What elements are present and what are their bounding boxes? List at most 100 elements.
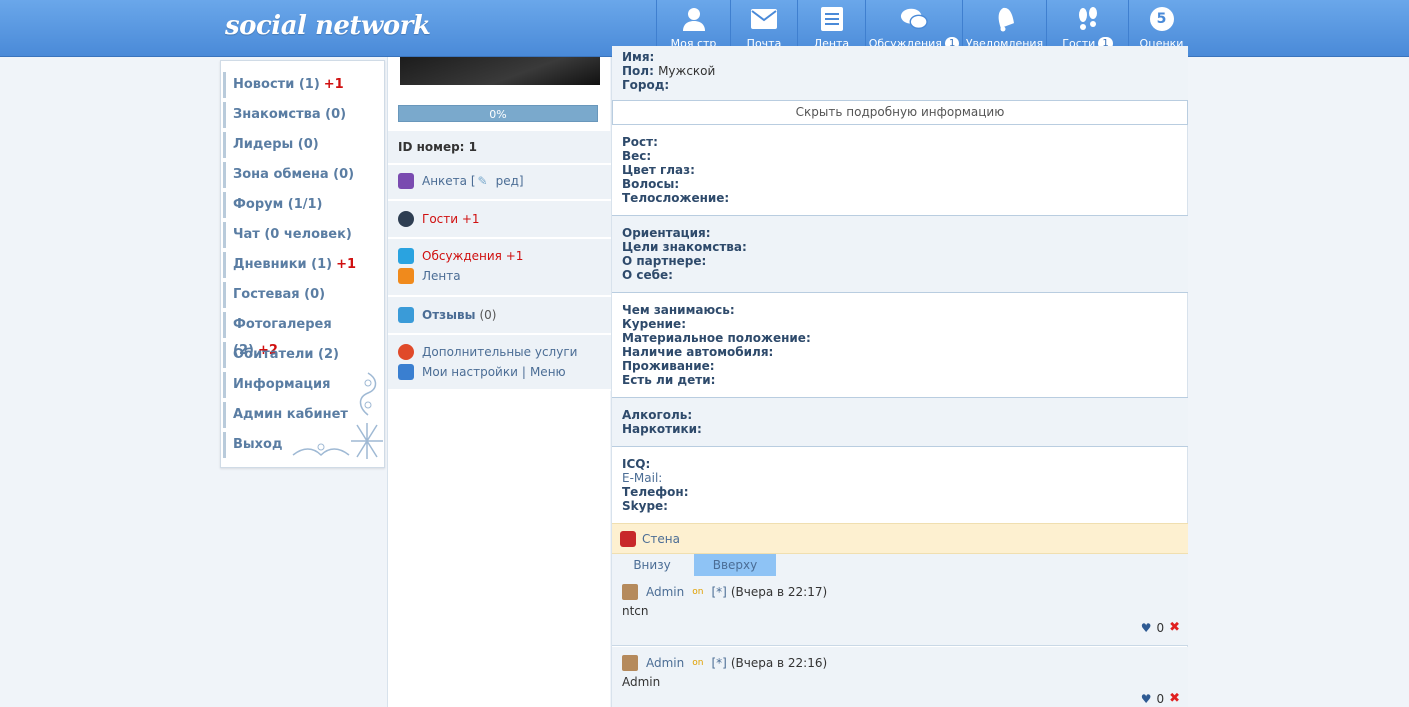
discussions-link[interactable]: Обсуждения +1 xyxy=(422,249,523,263)
info-children: Есть ли дети: xyxy=(622,373,716,387)
menu-item-guestbook[interactable]: Гостевая (0) xyxy=(223,282,381,308)
menu-label: Форум (1/1) xyxy=(233,197,323,212)
avatar[interactable] xyxy=(622,584,638,600)
info-residence: Проживание: xyxy=(622,359,715,373)
menu-item-dating[interactable]: Знакомства (0) xyxy=(223,102,381,128)
anketa-icon xyxy=(398,173,414,189)
info-car: Наличие автомобиля: xyxy=(622,345,774,359)
pencil-icon: ✎ xyxy=(477,174,488,188)
delete-icon[interactable]: ✖ xyxy=(1169,691,1180,706)
footprints-icon xyxy=(1074,5,1102,33)
tab-top[interactable]: Вверху xyxy=(694,554,776,576)
menu-item-chat[interactable]: Чат (0 человек) xyxy=(223,222,381,248)
menu-label: Чат (0 человек) xyxy=(233,227,352,242)
menu-label: Зона обмена (0) xyxy=(233,167,355,182)
wall-post: Admin on [*] (Вчера в 22:17) ntcn ♥ 0 ✖ xyxy=(612,576,1188,646)
guests-link[interactable]: Гости +1 xyxy=(422,212,480,226)
info-icq: ICQ: xyxy=(622,457,651,471)
info-phone: Телефон: xyxy=(622,485,689,499)
reviews-block: Отзывы (0) xyxy=(388,297,611,335)
info-column: Имя: Пол: Мужской Город: Скрыть подробну… xyxy=(611,46,1188,707)
info-skype: Skype: xyxy=(622,499,668,513)
chat-bubbles-icon xyxy=(900,5,928,33)
anketa-edit-link[interactable]: ред] xyxy=(496,174,524,188)
wall-tabs: Внизу Вверху xyxy=(612,554,1188,576)
wall-header: Стена xyxy=(612,523,1188,554)
menu-item-forum[interactable]: Форум (1/1) xyxy=(223,192,381,218)
settings-row: Мои настройки | Меню xyxy=(398,364,566,380)
wrench-icon xyxy=(398,364,414,380)
info-height: Рост: xyxy=(622,135,658,149)
info-about: О себе: xyxy=(622,268,673,282)
info-email: E-Mail: xyxy=(622,471,663,485)
reviews-link[interactable]: Отзывы xyxy=(422,308,475,322)
menu-item-news[interactable]: Новости (1) +1 xyxy=(223,72,381,98)
heart-icon[interactable]: ♥ xyxy=(1141,692,1152,706)
settings-block: Дополнительные услуги Мои настройки | Ме… xyxy=(388,335,611,391)
info-habits: Алкоголь: Наркотики: xyxy=(612,398,1188,447)
online-status: on xyxy=(692,587,704,597)
hide-details-button[interactable]: Скрыть подробную информацию xyxy=(612,100,1188,125)
anketa-row[interactable]: Анкета [✎ ред] xyxy=(398,173,524,189)
menu-label: Новости (1) xyxy=(233,77,320,92)
profile-column: 0% ID номер: 1 Анкета [✎ ред] Гости +1 Об… xyxy=(387,57,611,707)
avatar[interactable] xyxy=(622,655,638,671)
feed-link[interactable]: Лента xyxy=(422,269,461,283)
chat-icon xyxy=(398,248,414,264)
menu-item-residents[interactable]: Обитатели (2) xyxy=(223,342,381,368)
menu-item-leaders[interactable]: Лидеры (0) xyxy=(223,132,381,158)
feed-row[interactable]: Лента xyxy=(398,268,461,284)
info-finance: Материальное положение: xyxy=(622,331,811,345)
post-actions: ♥ 0 ✖ xyxy=(1141,620,1180,635)
info-smoking: Курение: xyxy=(622,317,686,331)
post-author[interactable]: Admin xyxy=(646,656,684,670)
post-time: (Вчера в 22:16) xyxy=(730,656,828,670)
menu-label: Админ кабинет xyxy=(233,407,348,422)
eye-icon xyxy=(398,211,414,227)
ornament-icon xyxy=(359,372,377,416)
menu-link[interactable]: Меню xyxy=(530,365,566,379)
user-icon xyxy=(680,5,708,33)
settings-link[interactable]: Мои настройки xyxy=(422,365,518,379)
info-name: Имя: xyxy=(622,50,655,64)
menu-label: Информация xyxy=(233,377,331,392)
user-id: ID номер: 1 xyxy=(398,140,478,154)
post-text: Admin xyxy=(622,675,661,689)
tab-bottom[interactable]: Внизу xyxy=(622,554,682,576)
wall-title[interactable]: Стена xyxy=(642,532,680,546)
id-block: ID номер: 1 xyxy=(388,131,611,165)
menu-label: Гостевая (0) xyxy=(233,287,326,302)
like-count: 0 xyxy=(1156,620,1165,635)
guests-row[interactable]: Гости +1 xyxy=(398,211,480,227)
reviews-count: (0) xyxy=(479,308,497,322)
post-star-link[interactable]: [*] xyxy=(711,656,726,670)
menu-plus: +1 xyxy=(323,77,344,92)
menu-item-exchange[interactable]: Зона обмена (0) xyxy=(223,162,381,188)
menu-item-photogallery[interactable]: Фотогалерея (2) +2 xyxy=(223,312,381,358)
post-star-link[interactable]: [*] xyxy=(711,585,726,599)
info-goals: Цели знакомства: xyxy=(622,240,747,254)
menu-label: Лидеры (0) xyxy=(233,137,319,152)
menu-item-diaries[interactable]: Дневники (1) +1 xyxy=(223,252,381,278)
online-status: on xyxy=(692,658,704,668)
info-orientation: Ориентация: xyxy=(622,226,711,240)
site-logo[interactable]: social network xyxy=(225,11,431,41)
heart-icon[interactable]: ♥ xyxy=(1141,621,1152,635)
profile-photo[interactable] xyxy=(400,57,600,85)
services-link[interactable]: Дополнительные услуги xyxy=(422,345,577,359)
rating-icon: 5 xyxy=(1148,5,1176,33)
info-build: Телосложение: xyxy=(622,191,730,205)
anketa-link[interactable]: Анкета [ xyxy=(422,174,476,188)
post-text: ntcn xyxy=(622,604,649,618)
post-author[interactable]: Admin xyxy=(646,585,684,599)
feed-icon xyxy=(818,5,846,33)
left-menu: Новости (1) +1 Знакомства (0) Лидеры (0) … xyxy=(220,60,385,468)
info-alcohol: Алкоголь: xyxy=(622,408,693,422)
delete-icon[interactable]: ✖ xyxy=(1169,620,1180,635)
discussions-row[interactable]: Обсуждения +1 xyxy=(398,248,523,264)
info-weight: Вес: xyxy=(622,149,652,163)
profile-progress: 0% xyxy=(398,105,598,122)
mail-icon xyxy=(750,5,778,33)
services-row[interactable]: Дополнительные услуги xyxy=(398,344,577,360)
reviews-row[interactable]: Отзывы (0) xyxy=(398,307,496,323)
